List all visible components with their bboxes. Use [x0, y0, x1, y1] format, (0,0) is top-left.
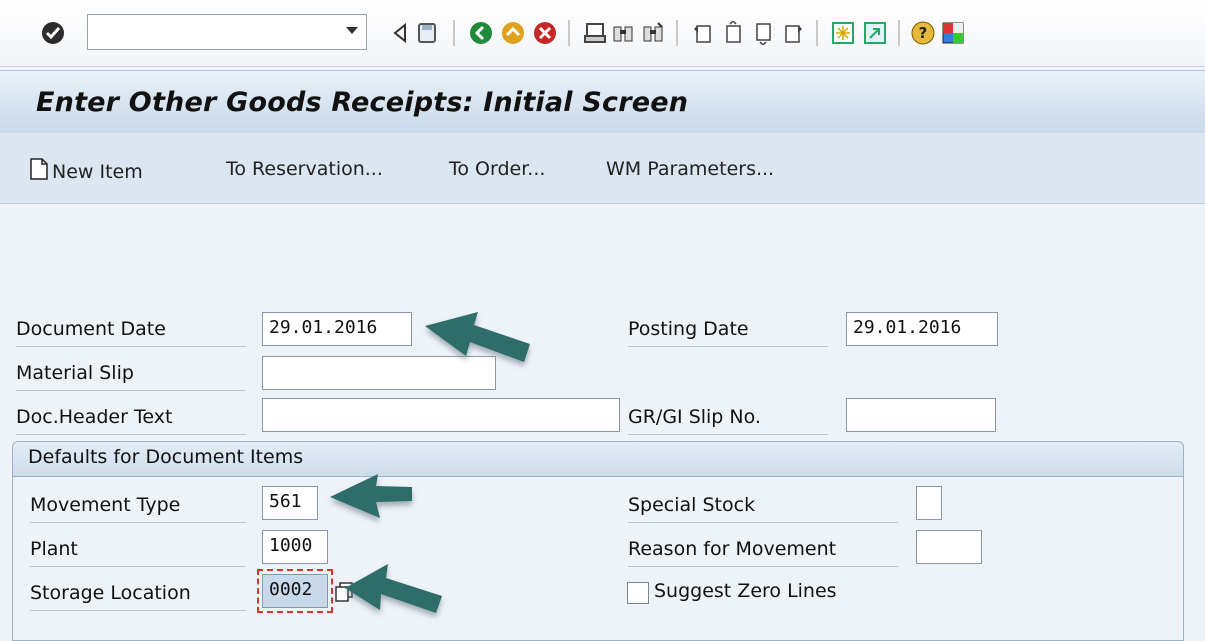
arrow-to-document-date [425, 312, 530, 362]
annotation-arrows [330, 312, 530, 613]
arrow-to-storage-location [345, 564, 442, 613]
arrow-to-movement-type [330, 474, 412, 518]
